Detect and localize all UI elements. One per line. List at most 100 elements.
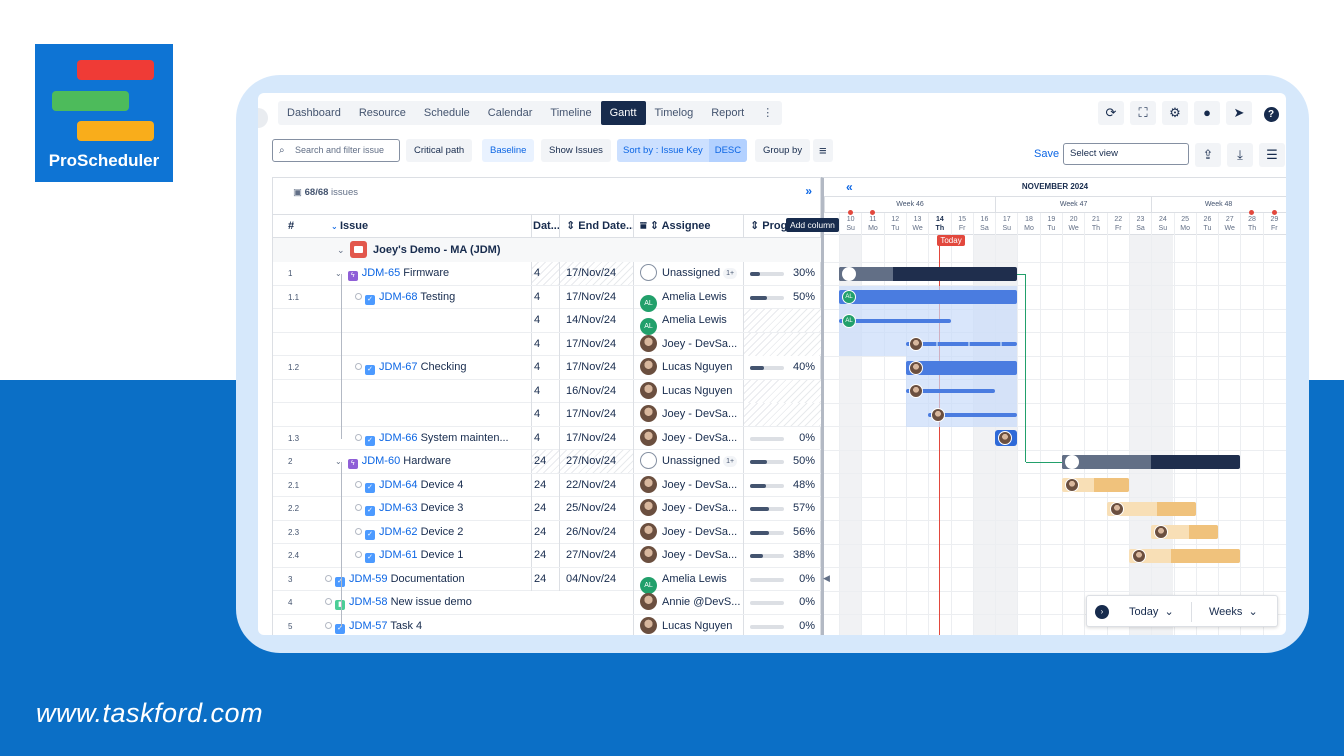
start-date-cell[interactable]: 4 [531,356,559,379]
gantt-bar[interactable] [1062,454,1241,469]
end-date-cell[interactable]: 26/Nov/24 [559,520,633,544]
issue-title[interactable]: Testing [420,291,455,303]
table-row[interactable]: 1.2 ✓ JDM-67 Checking 4 17/Nov/24 Lucas Nguye… [273,356,821,380]
table-row[interactable]: 3 ✓ JDM-59 Documentation 24 04/Nov/24 ALAmeli… [273,567,821,594]
end-date-cell[interactable]: 27/Nov/24 [559,450,633,473]
upload-icon[interactable]: ⇪ [1195,143,1221,167]
tab-timelog[interactable]: Timelog [646,101,703,125]
help-icon[interactable]: ? [1258,101,1284,125]
tab-schedule[interactable]: Schedule [415,101,479,125]
issue-key-link[interactable]: JDM-62 [379,526,418,538]
issue-key-link[interactable]: JDM-67 [379,361,418,373]
tab-report[interactable]: Report [702,101,753,125]
end-date-cell[interactable]: 27/Nov/24 [559,544,633,567]
assignee-cell[interactable]: ALAmelia Lewis [633,309,743,335]
assignee-cell[interactable]: ALAmelia Lewis [633,567,743,594]
issue-title[interactable]: Device 3 [421,502,464,514]
col-start[interactable]: Dat... [531,215,559,238]
issue-title[interactable]: Hardware [403,455,451,467]
table-row[interactable]: 2.4 ✓ JDM-61 Device 1 24 27/Nov/24 Joey - Dev… [273,544,821,568]
start-date-cell[interactable]: 4 [531,332,559,356]
today-dropdown[interactable]: Today ⌄ [1129,596,1174,628]
bulb-icon[interactable]: ● [1194,101,1220,125]
sort-direction[interactable]: DESC [708,139,748,162]
table-row[interactable]: 2.1 ✓ JDM-64 Device 4 24 22/Nov/24 Joey - Dev… [273,473,821,497]
start-date-cell[interactable]: 24 [531,520,559,544]
fullscreen-icon[interactable]: ⛶ [1130,101,1156,125]
start-date-cell[interactable]: 4 [531,379,559,403]
issue-title[interactable]: Checking [421,361,467,373]
issue-key-link[interactable]: JDM-63 [379,502,418,514]
start-date-cell[interactable]: 4 [531,285,559,309]
end-date-cell[interactable]: 17/Nov/24 [559,426,633,450]
issue-key-link[interactable]: JDM-58 [349,596,388,608]
assignee-cell[interactable]: Joey - DevSa... [633,473,743,497]
assignee-cell[interactable]: Unassigned 1+ [633,450,743,473]
assignee-cell[interactable]: Lucas Nguyen [633,614,743,635]
start-date-cell[interactable]: 4 [531,262,559,285]
issue-title[interactable]: Task 4 [390,620,422,632]
table-row[interactable]: 1.1 ✓ JDM-68 Testing 4 17/Nov/24 ALAmelia Lew… [273,285,821,312]
assignee-cell[interactable]: Unassigned 1+ [633,262,743,285]
gantt-bar[interactable] [839,290,1018,304]
scale-dropdown[interactable]: Weeks ⌄ [1209,596,1258,628]
save-button[interactable]: Save [1034,148,1059,160]
sort-control[interactable]: Sort by : Issue Key DESC [617,139,748,162]
refresh-icon[interactable]: ⟳ [1098,101,1124,125]
end-date-cell[interactable]: 17/Nov/24 [559,285,633,309]
show-issues-button[interactable]: Show Issues [541,139,611,162]
tab-gantt[interactable]: Gantt [600,101,646,125]
filter-icon[interactable]: ≡ [813,139,833,162]
assignee-cell[interactable]: Joey - DevSa... [633,520,743,544]
table-row[interactable]: 1 ⌄ ϟ JDM-65 Firmware 4 17/Nov/24 Unassigned 1+… [273,262,821,286]
issue-title[interactable]: Device 1 [421,549,464,561]
search-input[interactable]: ⌕ Search and filter issue [272,139,400,162]
scroll-left-icon[interactable]: ◀ [823,573,830,584]
issue-key-link[interactable]: JDM-65 [362,267,401,279]
issue-key-link[interactable]: JDM-59 [349,573,388,585]
start-date-cell[interactable]: 4 [531,403,559,426]
start-date-cell[interactable]: 24 [531,567,559,591]
gantt-bar[interactable] [839,266,1018,281]
col-issue[interactable]: ⌄ Issue [331,215,368,238]
table-row[interactable]: 2.2 ✓ JDM-63 Device 3 24 25/Nov/24 Joey - Dev… [273,497,821,521]
issue-title[interactable]: Firmware [403,267,449,279]
assignee-cell[interactable]: Joey - DevSa... [633,544,743,567]
issue-key-link[interactable]: JDM-57 [349,620,388,632]
col-end[interactable]: ⇕ End Date... [559,215,633,238]
side-collapse-handle[interactable] [258,108,268,128]
download-icon[interactable]: ⤓ [1227,143,1253,167]
assignee-cell[interactable]: ALAmelia Lewis [633,285,743,312]
end-date-cell[interactable]: 17/Nov/24 [559,262,633,285]
rocket-icon[interactable]: ➤ [1226,101,1252,125]
issue-key-link[interactable]: JDM-66 [379,432,418,444]
chevron-down-icon[interactable]: ⌄ [337,238,345,262]
settings-sliders-icon[interactable]: ☰ [1259,143,1285,167]
assignee-cell[interactable]: Joey - DevSa... [633,497,743,520]
more-tabs-icon[interactable]: ⋮ [753,101,782,125]
start-date-cell[interactable]: 24 [531,450,559,473]
end-date-cell[interactable]: 22/Nov/24 [559,473,633,497]
assignee-cell[interactable]: Annie @DevS... [633,591,743,614]
issue-title[interactable]: Device 4 [421,479,464,491]
end-date-cell[interactable]: 17/Nov/24 [559,332,633,356]
end-date-cell[interactable]: 04/Nov/24 [559,567,633,591]
issue-key-link[interactable]: JDM-64 [379,479,418,491]
baseline-button[interactable]: Baseline [482,139,535,162]
issue-title[interactable]: New issue demo [391,596,472,608]
sort-field[interactable]: Sort by : Issue Key [617,139,709,162]
tab-calendar[interactable]: Calendar [479,101,542,125]
end-date-cell[interactable]: 14/Nov/24 [559,309,633,332]
end-date-cell[interactable]: 25/Nov/24 [559,497,633,520]
group-by-button[interactable]: Group by [755,139,811,162]
start-date-cell[interactable]: 4 [531,426,559,450]
tab-dashboard[interactable]: Dashboard [278,101,350,125]
col-assignee[interactable]: ⩸ ⇕ Assignee [633,215,743,238]
end-date-cell[interactable]: 16/Nov/24 [559,379,633,403]
assignee-cell[interactable]: Joey - DevSa... [633,426,743,450]
start-date-cell[interactable]: 24 [531,473,559,497]
table-row[interactable]: 2 ⌄ ϟ JDM-60 Hardware 24 27/Nov/24 Unassigned 1… [273,450,821,474]
table-row[interactable]: 4 17/Nov/24 Joey - DevSa... [273,332,821,356]
table-row[interactable]: 4 16/Nov/24 Lucas Nguyen [273,379,821,403]
issue-title[interactable]: Documentation [391,573,465,585]
